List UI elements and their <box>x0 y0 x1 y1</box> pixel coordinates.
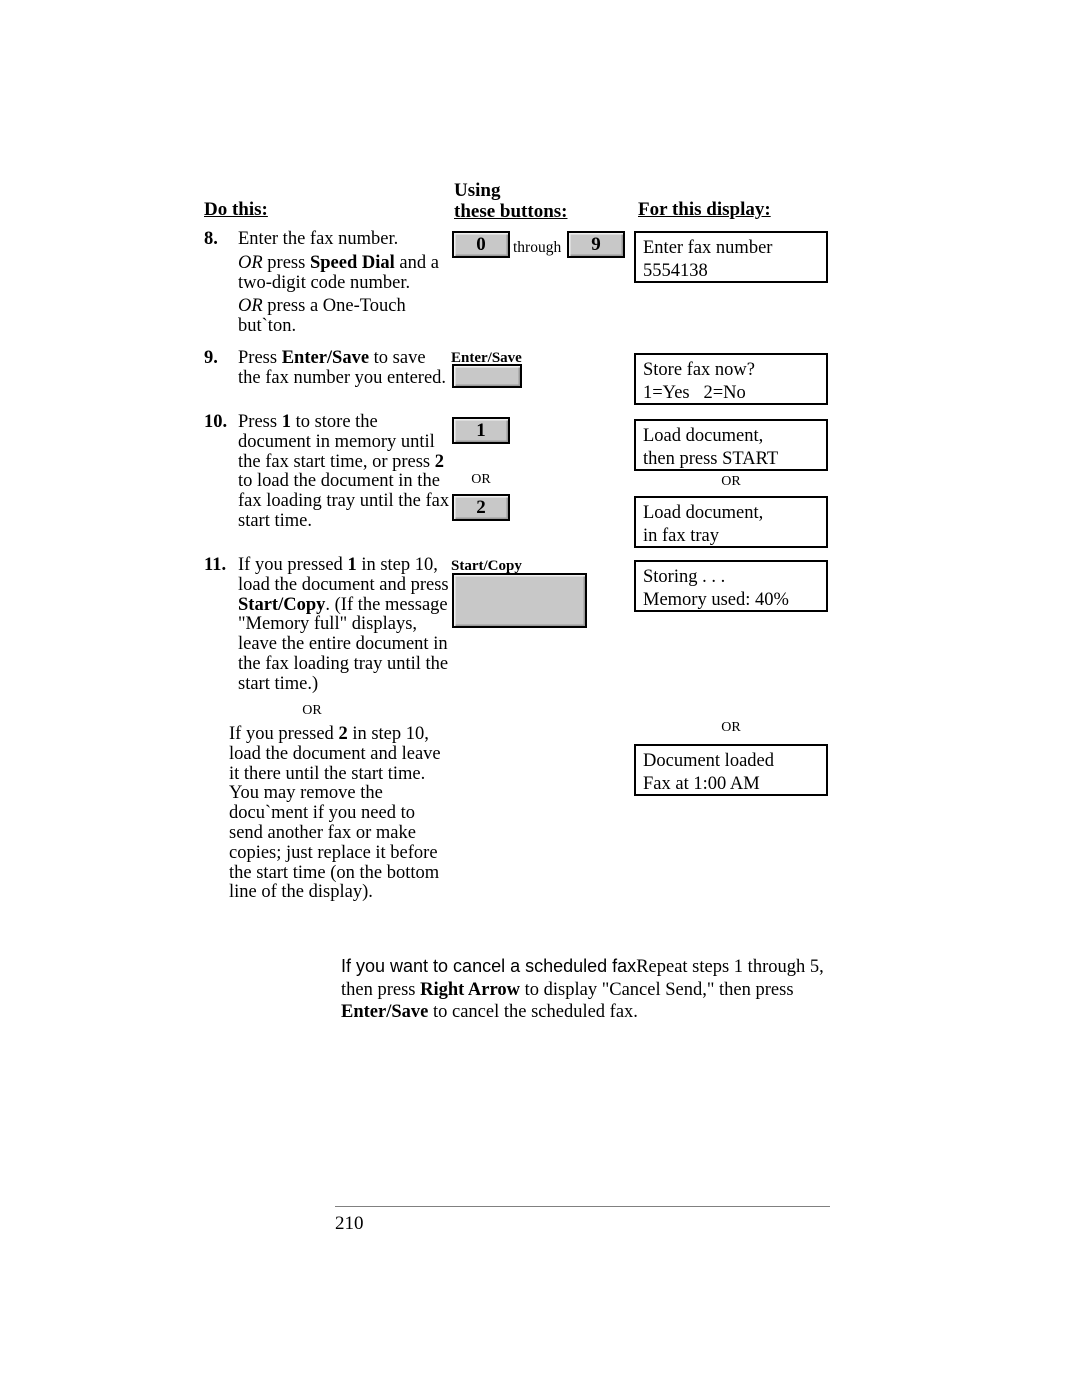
step-9-number: 9. <box>204 348 218 368</box>
column-header-using-these-buttons: Using these buttons: <box>454 180 567 222</box>
footer-divider <box>335 1206 830 1207</box>
display-line-1: Enter fax number <box>643 238 773 258</box>
document-page: Do this: Using these buttons: For this d… <box>0 0 1080 1397</box>
step-11-body: If you pressed 1 in step 10, load the do… <box>238 555 452 695</box>
cancel-note-bold-enter-save: Enter/Save <box>341 1002 429 1022</box>
through-label: through <box>513 239 562 256</box>
display-line-1: Storing . . . <box>643 567 726 587</box>
step-9: 9. Press Enter/Save to save the fax numb… <box>204 348 452 389</box>
enter-save-button[interactable] <box>452 364 522 388</box>
display-load-document-press-start: Load document, then press START <box>634 419 828 471</box>
display-line-2: 5554138 <box>643 261 708 281</box>
keypad-button-0[interactable]: 0 <box>452 231 510 258</box>
cancel-note-lead: If you want to cancel a scheduled fax <box>341 956 637 976</box>
display-enter-fax-number: Enter fax number 5554138 <box>634 231 828 283</box>
step-9-body: Press Enter/Save to save the fax number … <box>238 348 452 389</box>
cancel-note-bold-right-arrow: Right Arrow <box>420 979 520 1000</box>
buttons-column-or-label: OR <box>471 472 491 487</box>
display-document-loaded: Document loaded Fax at 1:00 AM <box>634 744 828 796</box>
cancel-note-rest-2: to display "Cancel Send," then press <box>520 979 794 1000</box>
step-10: 10. Press 1 to store the document in mem… <box>204 412 452 532</box>
keypad-button-9[interactable]: 9 <box>567 231 625 258</box>
display-line-1: Store fax now? <box>643 360 755 380</box>
display-load-document-fax-tray: Load document, in fax tray <box>634 496 828 548</box>
start-copy-button-caption: Start/Copy <box>451 558 522 574</box>
step-11: 11. If you pressed 1 in step 10, load th… <box>204 555 452 695</box>
step-10-line-1: Press 1 to store the document in memory … <box>238 412 450 531</box>
step-9-line-1: Press Enter/Save to save the fax number … <box>238 348 447 388</box>
page-number: 210 <box>335 1213 364 1234</box>
step-11-alternate: If you pressed 2 in step 10, load the do… <box>229 724 451 903</box>
column-header-using-label: Using <box>454 180 501 201</box>
display-line-1: Document loaded <box>643 751 774 771</box>
step-10-number: 10. <box>204 412 228 432</box>
display-line-2: then press START <box>643 449 779 469</box>
keypad-button-0-label: 0 <box>476 233 486 255</box>
display-column-or-label-2: OR <box>721 720 741 735</box>
display-store-fax-now: Store fax now? 1=Yes 2=No <box>634 353 828 405</box>
step-8-line-3: OR press a One-Touch but`ton. <box>238 296 406 337</box>
keypad-button-1[interactable]: 1 <box>452 417 510 444</box>
column-header-do-this-label: Do this: <box>204 199 268 220</box>
display-line-2: Fax at 1:00 AM <box>643 774 760 794</box>
keypad-button-2[interactable]: 2 <box>452 494 510 521</box>
display-storing-memory-used: Storing . . . Memory used: 40% <box>634 560 828 612</box>
start-copy-button[interactable] <box>452 573 587 628</box>
keypad-button-9-label: 9 <box>591 233 601 255</box>
display-line-2: Memory used: 40% <box>643 590 789 610</box>
column-header-these-buttons-label: these buttons: <box>454 201 568 222</box>
display-column-or-label-1: OR <box>721 474 741 489</box>
cancel-scheduled-fax-note: If you want to cancel a scheduled faxRep… <box>341 955 846 1024</box>
step-11-number: 11. <box>204 555 227 575</box>
display-line-1: Load document, <box>643 426 764 446</box>
step-8-number: 8. <box>204 229 218 249</box>
column-header-do-this: Do this: <box>204 199 268 220</box>
keypad-button-1-label: 1 <box>476 419 486 441</box>
column-header-for-this-display: For this display: <box>638 199 771 220</box>
step-8-line-1: Enter the fax number. <box>238 229 399 249</box>
step-8-body: Enter the fax number. OR press Speed Dia… <box>238 229 452 337</box>
step-8-line-2: OR press Speed Dial and a two-digit code… <box>238 252 439 293</box>
cancel-note-rest-3: to cancel the scheduled fax. <box>428 1002 638 1022</box>
column-header-for-this-display-label: For this display: <box>638 199 771 220</box>
display-line-1: Load document, <box>643 503 764 523</box>
display-line-2: 1=Yes 2=No <box>643 383 746 403</box>
step-11-line-1: If you pressed 1 in step 10, load the do… <box>238 555 449 694</box>
step-10-body: Press 1 to store the document in memory … <box>238 412 452 532</box>
step-8: 8. Enter the fax number. OR press Speed … <box>204 229 452 337</box>
step-11-alternate-text: If you pressed 2 in step 10, load the do… <box>229 724 441 903</box>
display-line-2: in fax tray <box>643 526 720 546</box>
keypad-button-2-label: 2 <box>476 496 486 518</box>
left-column-or-label: OR <box>302 703 322 718</box>
